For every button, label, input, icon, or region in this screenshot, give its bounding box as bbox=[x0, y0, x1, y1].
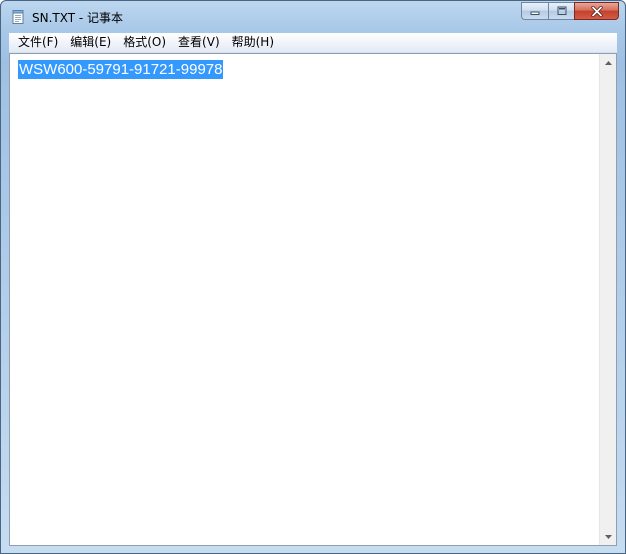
menu-edit[interactable]: 编辑(E) bbox=[64, 33, 117, 52]
caption-buttons bbox=[521, 2, 619, 22]
menu-view[interactable]: 查看(V) bbox=[172, 33, 226, 52]
menu-help[interactable]: 帮助(H) bbox=[226, 33, 280, 52]
minimize-icon bbox=[530, 11, 540, 15]
scroll-down-button[interactable] bbox=[600, 528, 616, 545]
scroll-up-button[interactable] bbox=[600, 54, 616, 71]
menu-format[interactable]: 格式(O) bbox=[117, 33, 172, 52]
editor-frame: WSW600-59791-91721-99978 bbox=[9, 53, 617, 546]
scroll-track[interactable] bbox=[600, 71, 616, 528]
title-bar[interactable]: SN.TXT - 记事本 bbox=[1, 1, 625, 33]
window-title: SN.TXT - 记事本 bbox=[32, 11, 124, 25]
maximize-button[interactable] bbox=[548, 2, 574, 20]
close-button[interactable] bbox=[574, 2, 619, 20]
menu-bar: 文件(F) 编辑(E) 格式(O) 查看(V) 帮助(H) bbox=[9, 33, 617, 53]
text-editor[interactable]: WSW600-59791-91721-99978 bbox=[10, 54, 599, 545]
vertical-scrollbar[interactable] bbox=[599, 54, 616, 545]
close-icon bbox=[590, 5, 603, 17]
selected-text[interactable]: WSW600-59791-91721-99978 bbox=[18, 60, 224, 79]
maximize-icon bbox=[557, 6, 566, 15]
notepad-icon[interactable] bbox=[10, 9, 26, 25]
chevron-down-icon bbox=[604, 534, 612, 539]
notepad-window: SN.TXT - 记事本 文件(F) 编辑(E) 格式(O) 查看(V) 帮助(… bbox=[0, 0, 626, 554]
minimize-button[interactable] bbox=[521, 2, 548, 20]
chevron-up-icon bbox=[604, 60, 612, 65]
menu-file[interactable]: 文件(F) bbox=[9, 33, 64, 52]
